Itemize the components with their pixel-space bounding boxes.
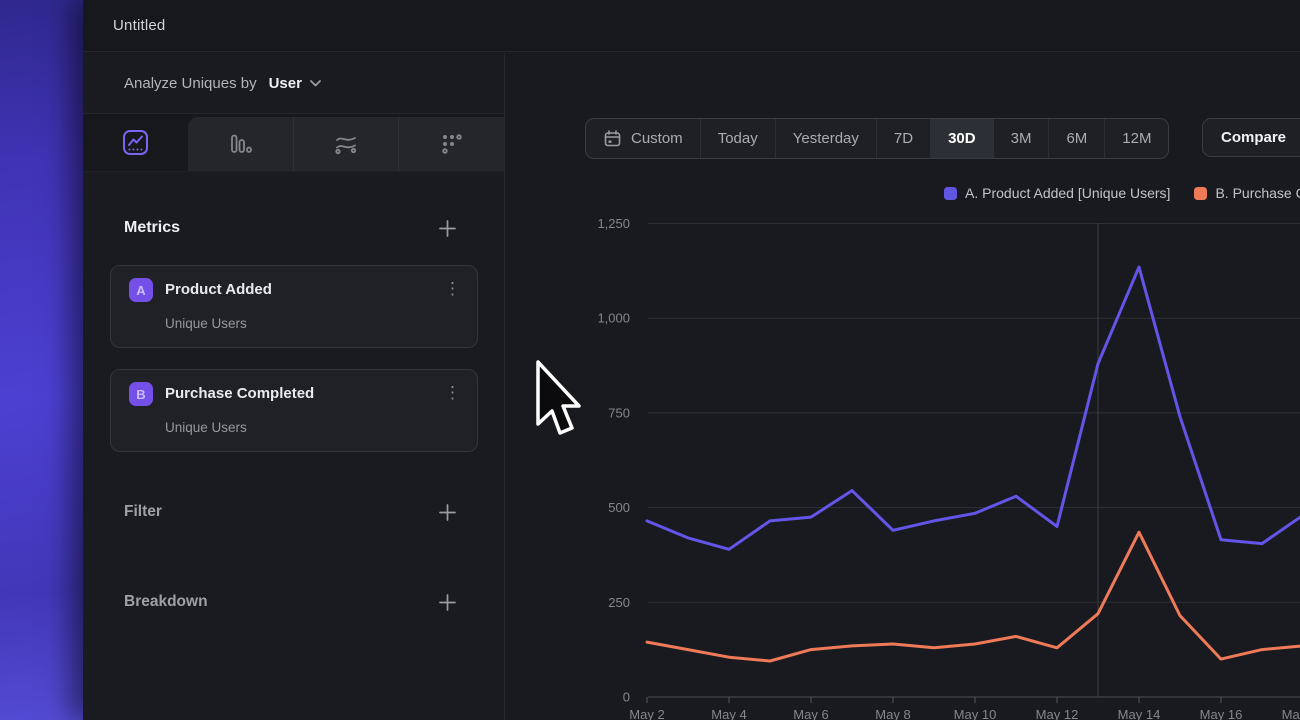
background-gradient xyxy=(0,0,83,720)
line-chart[interactable]: 0 250 500 750 1,000 1,250 May 2 May 4 May 6 May 8… xyxy=(505,53,1300,720)
series-line xyxy=(647,532,1300,661)
chart-type-tabs xyxy=(83,114,504,172)
flow-chart-icon xyxy=(333,131,359,157)
filter-header: Filter xyxy=(124,503,162,521)
analyze-by-row: Analyze Uniques by User xyxy=(83,53,504,114)
y-axis-label: 250 xyxy=(608,595,630,610)
app-window: Untitled Analyze Uniques by User xyxy=(83,0,1300,720)
x-axis-label: May 16 xyxy=(1200,707,1243,720)
metric-menu-button[interactable]: ⋮ xyxy=(436,380,469,405)
tab-line-chart[interactable] xyxy=(83,114,188,171)
y-axis-label: 1,250 xyxy=(597,216,630,231)
metrics-header-row: Metrics xyxy=(124,213,456,243)
metric-title: Purchase Completed xyxy=(165,385,314,402)
metric-badge-a: A xyxy=(129,278,153,302)
x-axis-label: May 2 xyxy=(629,707,664,720)
analyze-by-label: Analyze Uniques by xyxy=(124,75,257,92)
add-metric-button[interactable] xyxy=(439,220,456,237)
metric-badge-b: B xyxy=(129,382,153,406)
x-axis-label: May 8 xyxy=(875,707,910,720)
y-axis-label: 750 xyxy=(608,405,630,420)
x-axis-label: May 14 xyxy=(1118,707,1161,720)
filter-header-row: Filter xyxy=(124,497,456,527)
y-axis-label: 0 xyxy=(623,690,630,705)
series-line xyxy=(647,267,1300,549)
bar-chart-icon xyxy=(227,131,253,157)
metric-menu-button[interactable]: ⋮ xyxy=(436,276,469,301)
plus-icon xyxy=(439,594,456,611)
metric-card-purchase-completed[interactable]: B Purchase Completed Unique Users ⋮ xyxy=(110,369,478,452)
chart-type-tab-group xyxy=(188,117,504,171)
metric-card-product-added[interactable]: A Product Added Unique Users ⋮ xyxy=(110,265,478,348)
y-axis-label: 1,000 xyxy=(597,311,630,326)
sidebar: Analyze Uniques by User xyxy=(83,53,505,720)
metric-subtitle: Unique Users xyxy=(165,420,247,435)
plus-icon xyxy=(439,220,456,237)
metric-subtitle: Unique Users xyxy=(165,316,247,331)
chart-panel: CustomTodayYesterday7D30D3M6M12M Compare… xyxy=(505,53,1300,720)
x-axis-label: May 12 xyxy=(1036,707,1079,720)
y-axis-label: 500 xyxy=(608,500,630,515)
dots-funnel-icon xyxy=(439,131,465,157)
tab-flow-chart[interactable] xyxy=(293,117,399,171)
line-chart-icon xyxy=(122,129,149,156)
x-axis-label: May 4 xyxy=(711,707,746,720)
tab-dots-funnel[interactable] xyxy=(398,117,504,171)
breakdown-header: Breakdown xyxy=(124,593,208,611)
metric-title: Product Added xyxy=(165,281,272,298)
x-axis-label: May 6 xyxy=(793,707,828,720)
breakdown-header-row: Breakdown xyxy=(124,587,456,617)
x-axis-label: May 10 xyxy=(954,707,997,720)
chevron-down-icon xyxy=(310,80,321,87)
analyze-by-select[interactable]: User xyxy=(269,75,321,92)
metrics-header: Metrics xyxy=(124,219,180,237)
add-filter-button[interactable] xyxy=(439,504,456,521)
top-bar: Untitled xyxy=(83,0,1300,52)
report-title[interactable]: Untitled xyxy=(113,17,165,34)
plus-icon xyxy=(439,504,456,521)
tab-bar-chart[interactable] xyxy=(188,117,293,171)
analyze-by-value: User xyxy=(269,75,302,92)
add-breakdown-button[interactable] xyxy=(439,594,456,611)
x-axis-label: May 18 xyxy=(1282,707,1300,720)
